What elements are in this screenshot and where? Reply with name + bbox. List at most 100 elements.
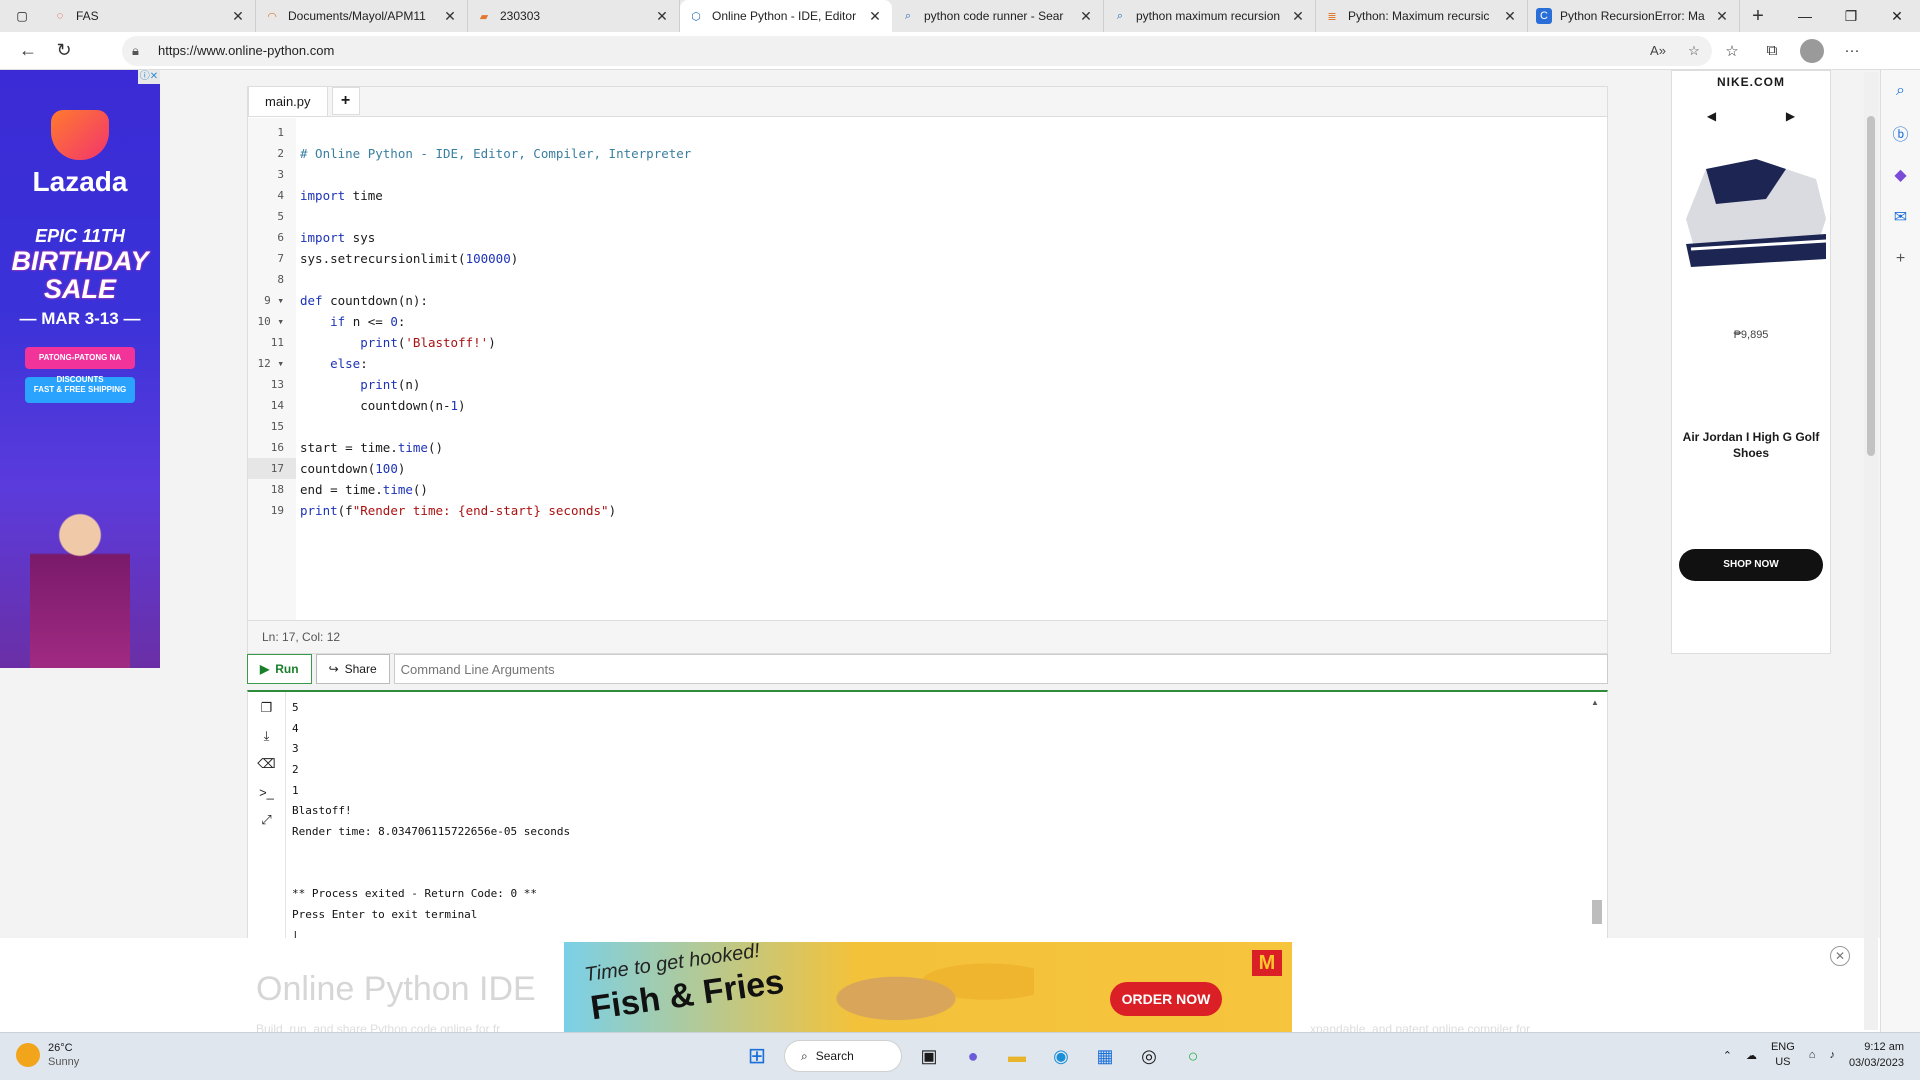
nike-ad[interactable]: NIKE.COM ◀ ▶ ₱9,895 Air Jordan I High G …: [1671, 70, 1831, 654]
browser-tab[interactable]: ◠ Documents/Mayol/APM11 ✕: [256, 0, 468, 32]
favorite-star-icon[interactable]: ☆: [1676, 43, 1712, 59]
read-aloud-icon[interactable]: A»: [1640, 43, 1676, 58]
tab-strip: ▢ ◌ FAS ✕ ◠ Documents/Mayol/APM11 ✕ ▰ 23…: [0, 0, 1920, 32]
taskbar: 26°C Sunny ⊞ ⌕ Search ▣ ● ▬ ◉ ▦ ◎ ○ ⌃ ☁ …: [0, 1032, 1920, 1080]
adchoices-icon[interactable]: ⓘ✕: [138, 70, 160, 84]
terminal[interactable]: ❐ ⤓ ⌫ >_ ⤢ 5 4 3 2 1 Blastoff! Render time: 8.…: [247, 690, 1608, 942]
loading-icon: ◠: [267, 10, 277, 23]
weather-widget[interactable]: 26°C Sunny: [16, 1041, 79, 1069]
outlook-icon[interactable]: ✉: [1881, 196, 1920, 238]
line-number: 16: [270, 441, 284, 454]
copy-icon[interactable]: ❐: [248, 694, 285, 722]
order-now-button[interactable]: ORDER NOW: [1110, 982, 1222, 1016]
shoe-image: [1676, 149, 1827, 269]
close-tab-icon[interactable]: ✕: [653, 8, 671, 25]
avatar[interactable]: [1800, 38, 1824, 63]
bing-chat-icon[interactable]: ⓑ: [1881, 112, 1920, 154]
terminal-line: 4: [292, 721, 299, 735]
code-line: if n <= 0:: [330, 314, 406, 329]
browser-tab[interactable]: ▰ 230303 ✕: [468, 0, 680, 32]
wifi-icon[interactable]: ⌂: [1809, 1049, 1816, 1061]
file-explorer-icon[interactable]: ▬: [1000, 1039, 1034, 1073]
search-icon[interactable]: ⌕: [1881, 70, 1920, 112]
tab-actions-icon[interactable]: ▢: [0, 0, 44, 32]
new-tab-button[interactable]: +: [1740, 0, 1776, 32]
ad-dates: — MAR 3-13 —: [19, 309, 141, 328]
code-line: else:: [330, 356, 368, 371]
fish-and-fries-image: [804, 948, 1034, 1032]
shop-now-button[interactable]: SHOP NOW: [1679, 549, 1823, 581]
browser-tab[interactable]: ≣ Python: Maximum recursic ✕: [1316, 0, 1528, 32]
language-indicator[interactable]: ENG US: [1771, 1040, 1795, 1070]
clock[interactable]: 9:12 am 03/03/2023: [1849, 1039, 1904, 1071]
browser-tab[interactable]: ⌕ python code runner - Sear ✕: [892, 0, 1104, 32]
close-ad-icon[interactable]: ✕: [1830, 946, 1850, 966]
run-button[interactable]: ▶ Run: [247, 654, 312, 684]
tab-title: Python: Maximum recursic: [1348, 9, 1490, 23]
app-icon[interactable]: ○: [1176, 1039, 1210, 1073]
share-button[interactable]: ↪ Share: [315, 654, 390, 684]
close-tab-icon[interactable]: ✕: [1289, 8, 1307, 25]
close-tab-icon[interactable]: ✕: [866, 8, 884, 25]
close-tab-icon[interactable]: ✕: [1501, 8, 1519, 25]
browser-tab[interactable]: C Python RecursionError: Ma ✕: [1528, 0, 1740, 32]
refresh-icon[interactable]: ↻: [46, 35, 82, 67]
collections-icon[interactable]: ⧉: [1752, 42, 1792, 59]
edge-icon[interactable]: ◉: [1044, 1039, 1078, 1073]
tab-title: Python RecursionError: Ma: [1560, 9, 1705, 23]
code-editor: main.py + 123456789 ▾ 10 ▾ 11 12 ▾ 13 14 15 16 1…: [247, 86, 1608, 654]
close-tab-icon[interactable]: ✕: [1713, 8, 1731, 25]
scroll-up-icon[interactable]: ▲: [1591, 698, 1601, 707]
close-tab-icon[interactable]: ✕: [229, 8, 247, 25]
terminal-line: ** Process exited - Return Code: 0 **: [292, 887, 538, 901]
add-file-button[interactable]: +: [331, 87, 360, 115]
code-line: def countdown(n):: [300, 293, 428, 308]
favorites-icon[interactable]: ☆: [1712, 42, 1752, 60]
line-number: 2: [277, 147, 284, 160]
store-icon[interactable]: ▦: [1088, 1039, 1122, 1073]
download-icon[interactable]: ⤓: [248, 722, 285, 750]
expand-icon[interactable]: ⤢: [248, 806, 285, 834]
task-view-icon[interactable]: ▣: [912, 1039, 946, 1073]
chevron-up-icon[interactable]: ⌃: [1723, 1049, 1732, 1062]
taskbar-search[interactable]: ⌕ Search: [784, 1040, 902, 1072]
restore-icon[interactable]: ❐: [1828, 0, 1874, 32]
close-window-icon[interactable]: ✕: [1874, 0, 1920, 32]
terminal-prompt-icon[interactable]: >_: [248, 778, 285, 806]
command-line-arguments-input[interactable]: [393, 654, 1608, 684]
ad-brand: Lazada: [32, 166, 128, 197]
code-area[interactable]: 1 2 3 4 5 6 7 8 9 ▾ 10 ▾ 11 12 ▾ 13 14 15 16 17 18 19 # On…: [248, 118, 1607, 621]
editor-status: Ln: 17, Col: 12: [248, 620, 1607, 653]
browser-tab[interactable]: ⌕ python maximum recursion ✕: [1104, 0, 1316, 32]
product-price: ₱9,895: [1733, 329, 1769, 341]
code-lines[interactable]: # Online Python - IDE, Editor, Compiler,…: [296, 118, 1607, 621]
dell-icon[interactable]: ◎: [1132, 1039, 1166, 1073]
prev-arrow-icon[interactable]: ◀: [1707, 109, 1716, 123]
browser-tab[interactable]: ◌ FAS ✕: [44, 0, 256, 32]
scroll-thumb[interactable]: [1592, 900, 1602, 924]
close-tab-icon[interactable]: ✕: [1077, 8, 1095, 25]
eraser-icon[interactable]: ⌫: [248, 750, 285, 778]
file-tab[interactable]: main.py: [248, 86, 328, 116]
terminal-scrollbar[interactable]: ▲: [1591, 698, 1602, 934]
scroll-thumb[interactable]: [1867, 116, 1875, 456]
minimize-icon[interactable]: —: [1782, 0, 1828, 32]
close-tab-icon[interactable]: ✕: [441, 8, 459, 25]
teams-chat-icon[interactable]: ●: [956, 1039, 990, 1073]
next-arrow-icon[interactable]: ▶: [1786, 109, 1795, 123]
mcdonalds-ad[interactable]: Time to get hooked! Fish & Fries ORDER N…: [564, 942, 1292, 1032]
add-icon[interactable]: +: [1881, 238, 1920, 280]
browser-tab-active[interactable]: ⬡ Online Python - IDE, Editor ✕: [680, 0, 892, 32]
page-scrollbar[interactable]: [1864, 72, 1878, 1030]
network-icon[interactable]: ☁: [1746, 1049, 1757, 1062]
python-icon: ⬡: [691, 10, 701, 23]
url-field[interactable]: 🔒︎ https://www.online-python.com A» ☆: [122, 35, 1712, 66]
tab-title: python maximum recursion: [1136, 9, 1281, 23]
lazada-ad[interactable]: ⓘ✕ Lazada EPIC 11TH BIRTHDAY SALE — MAR …: [0, 70, 160, 668]
office-icon[interactable]: ◆: [1881, 154, 1920, 196]
windows-start-icon[interactable]: ⊞: [740, 1039, 774, 1073]
volume-icon[interactable]: ♪: [1829, 1049, 1835, 1061]
more-options-icon[interactable]: ···: [1832, 42, 1872, 59]
back-icon[interactable]: ←: [10, 35, 46, 67]
